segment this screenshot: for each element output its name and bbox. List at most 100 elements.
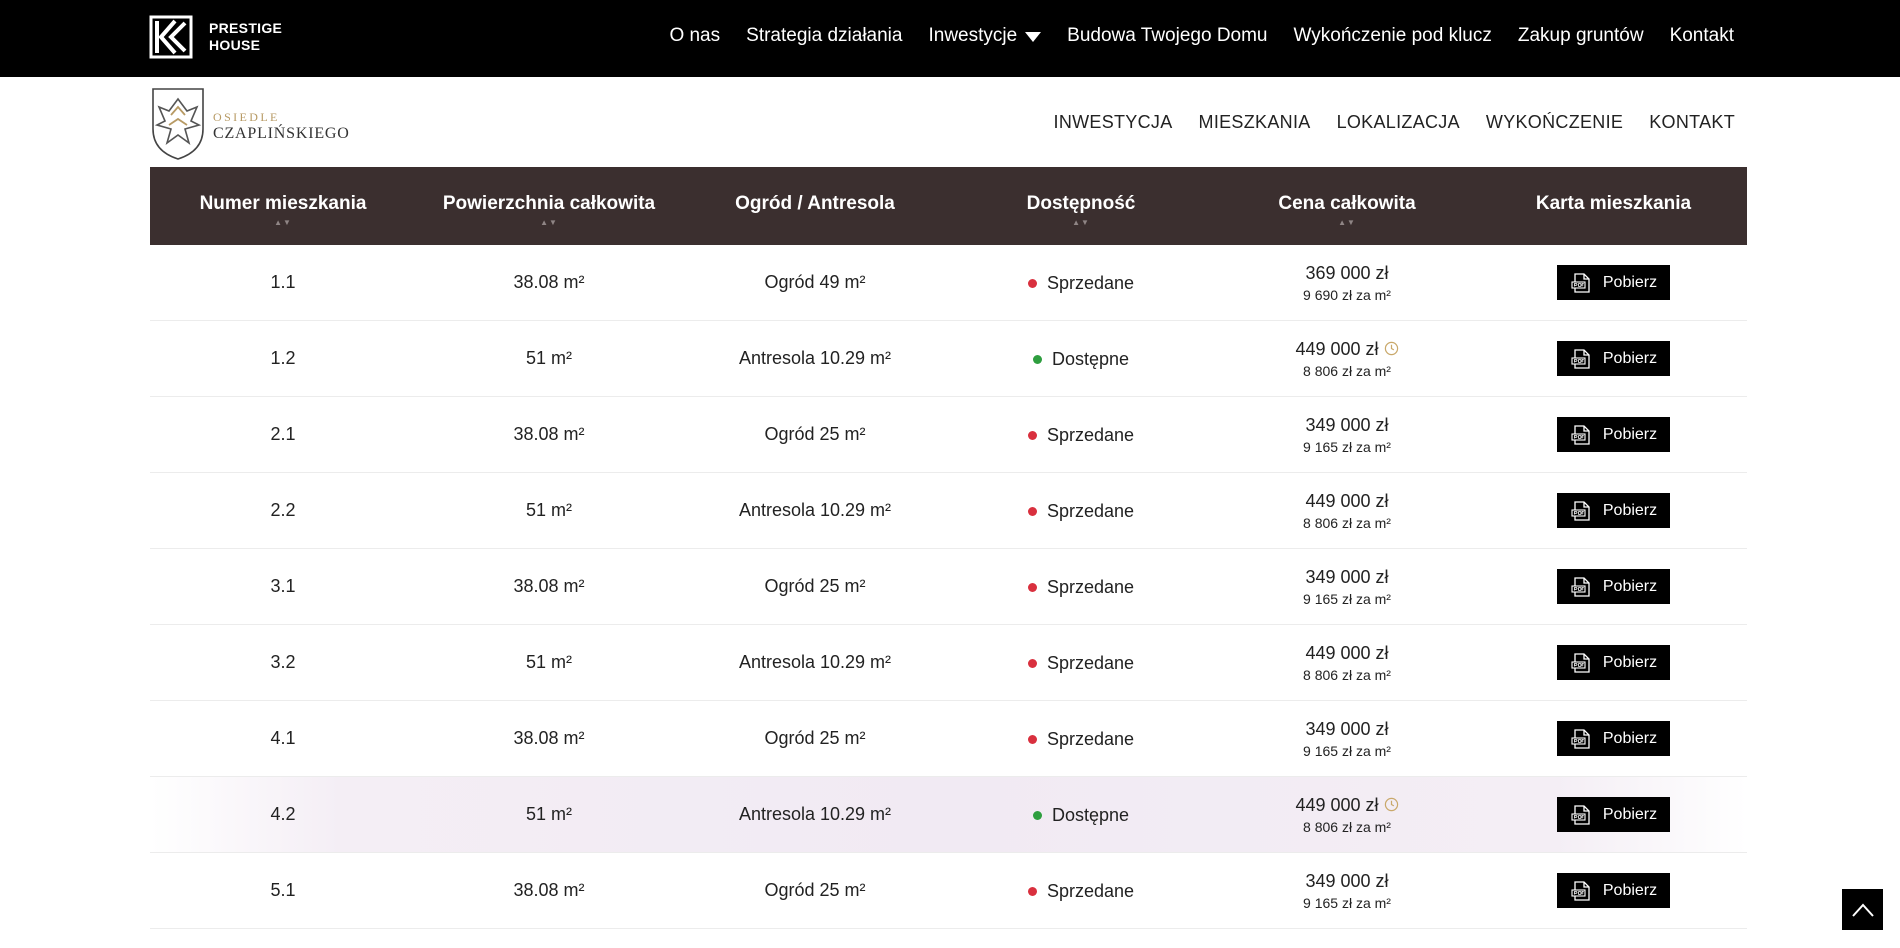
clock-icon[interactable] [1384, 797, 1399, 812]
cell-price: 449 000 zł 8 806 zł za m² [1214, 489, 1480, 533]
table-header: Numer mieszkania ▲▼ Powierzchnia całkowit… [150, 167, 1747, 245]
sort-icon[interactable]: ▲▼ [1214, 219, 1480, 227]
price-per-m2: 9 165 zł za m² [1303, 742, 1391, 759]
brand-name: PRESTIGE HOUSE [209, 20, 282, 54]
chevron-down-icon [1025, 32, 1042, 42]
investment-menu: INWESTYCJA MIESZKANIA LOKALIZACJA WYKOŃC… [1028, 77, 1735, 167]
sort-icon[interactable]: ▲▼ [948, 219, 1214, 227]
status-label: Sprzedane [1046, 652, 1135, 673]
cell-availability: Sprzedane [948, 652, 1214, 674]
submenu-item-kontakt[interactable]: KONTAKT [1649, 112, 1735, 133]
cell-availability: Dostępne [948, 348, 1214, 370]
cell-number: 2.1 [270, 424, 296, 444]
clock-icon[interactable] [1384, 341, 1399, 356]
pdf-file-icon [1571, 424, 1590, 445]
cell-garden: Ogród 49 m² [764, 272, 866, 292]
submenu-item-mieszkania[interactable]: MIESZKANIA [1199, 112, 1311, 133]
apartments-table: Numer mieszkania ▲▼ Powierzchnia całkowit… [150, 167, 1747, 929]
price-line: 349 000 zł [1214, 717, 1480, 741]
status-label: Sprzedane [1046, 424, 1135, 445]
status-badge: Sprzedane [1027, 273, 1134, 294]
pdf-file-icon [1571, 500, 1590, 521]
pdf-file-icon [1571, 652, 1590, 673]
cell-area: 51 m² [525, 500, 572, 520]
status-dot [1027, 658, 1037, 668]
table-row[interactable]: 3.2 51 m² Antresola 10.29 m² Sprzedane 449 0… [150, 625, 1747, 701]
menu-item-budowa[interactable]: Budowa Twojego Domu [1067, 25, 1267, 47]
menu-item-strategia[interactable]: Strategia działania [746, 25, 902, 47]
estate-name: OSIEDLE CZAPLIŃSKIEGO [213, 110, 350, 143]
pdf-file-icon [1571, 728, 1590, 749]
menu-item-o-nas[interactable]: O nas [669, 25, 720, 47]
pdf-file-icon [1571, 348, 1590, 369]
download-card-button[interactable]: Pobierz [1557, 493, 1670, 528]
download-card-button[interactable]: Pobierz [1557, 873, 1670, 908]
cell-number: 5.1 [270, 880, 296, 900]
download-label: Pobierz [1602, 577, 1658, 595]
cell-availability: Sprzedane [948, 424, 1214, 446]
header-label-number: Numer mieszkania [199, 193, 367, 214]
menu-item-kontakt[interactable]: Kontakt [1670, 25, 1734, 47]
download-card-button[interactable]: Pobierz [1557, 645, 1670, 680]
menu-item-wykonczenie[interactable]: Wykończenie pod klucz [1294, 25, 1492, 47]
header-cell-area[interactable]: Powierzchnia całkowita ▲▼ [416, 167, 682, 245]
cell-availability: Sprzedane [948, 500, 1214, 522]
menu-item-zakup-gruntow[interactable]: Zakup gruntów [1518, 25, 1644, 47]
submenu-item-wykonczenie[interactable]: WYKOŃCZENIE [1486, 112, 1623, 133]
download-card-button[interactable]: Pobierz [1557, 341, 1670, 376]
header-cell-price[interactable]: Cena całkowita ▲▼ [1214, 167, 1480, 245]
download-card-button[interactable]: Pobierz [1557, 569, 1670, 604]
table-row[interactable]: 4.1 38.08 m² Ogród 25 m² Sprzedane 349 000 z… [150, 701, 1747, 777]
cell-card: Pobierz [1480, 873, 1747, 908]
download-card-button[interactable]: Pobierz [1557, 417, 1670, 452]
download-label: Pobierz [1602, 425, 1658, 443]
download-label: Pobierz [1602, 881, 1658, 899]
status-badge: Dostępne [1032, 805, 1129, 826]
price-line: 449 000 zł [1214, 793, 1480, 817]
header-cell-number[interactable]: Numer mieszkania ▲▼ [150, 167, 416, 245]
header-cell-availability[interactable]: Dostępność ▲▼ [948, 167, 1214, 245]
osiedle-czaplinskiego-logo[interactable]: OSIEDLE CZAPLIŃSKIEGO [149, 85, 350, 161]
sort-icon[interactable]: ▲▼ [416, 219, 682, 227]
download-card-button[interactable]: Pobierz [1557, 721, 1670, 756]
table-row[interactable]: 1.2 51 m² Antresola 10.29 m² Dostępne 449 00… [150, 321, 1747, 397]
cell-price: 349 000 zł 9 165 zł za m² [1214, 413, 1480, 457]
top-navbar: PRESTIGE HOUSE O nas Strategia działania… [0, 0, 1900, 77]
table-row[interactable]: 5.1 38.08 m² Ogród 25 m² Sprzedane 349 000 z… [150, 853, 1747, 929]
price-total: 449 000 zł [1295, 338, 1379, 359]
menu-item-inwestycje-label: Inwestycje [928, 25, 1018, 46]
cell-card: Pobierz [1480, 493, 1747, 528]
cell-area: 38.08 m² [513, 728, 585, 748]
price-line: 349 000 zł [1214, 565, 1480, 589]
download-card-button[interactable]: Pobierz [1557, 265, 1670, 300]
brand-line1: PRESTIGE [209, 20, 283, 36]
cell-area: 51 m² [525, 348, 572, 368]
cell-price: 349 000 zł 9 165 zł za m² [1214, 869, 1480, 913]
menu-item-inwestycje[interactable]: Inwestycje [928, 25, 1042, 47]
status-label: Sprzedane [1046, 880, 1135, 901]
status-dot [1027, 582, 1037, 592]
download-label: Pobierz [1602, 501, 1658, 519]
table-row[interactable]: 1.1 38.08 m² Ogród 49 m² Sprzedane 369 000 z… [150, 245, 1747, 321]
table-row[interactable]: 2.2 51 m² Antresola 10.29 m² Sprzedane 449 0… [150, 473, 1747, 549]
cell-garden: Ogród 25 m² [764, 728, 866, 748]
pdf-file-icon [1571, 272, 1590, 293]
status-dot [1032, 354, 1042, 364]
scroll-to-top-button[interactable] [1842, 889, 1883, 930]
sort-icon[interactable]: ▲▼ [150, 219, 416, 227]
table-row[interactable]: 4.2 51 m² Antresola 10.29 m² Dostępne 449 00… [150, 777, 1747, 853]
cell-card: Pobierz [1480, 417, 1747, 452]
price-total: 449 000 zł [1305, 642, 1389, 663]
download-card-button[interactable]: Pobierz [1557, 797, 1670, 832]
price-per-m2: 9 165 zł za m² [1303, 590, 1391, 607]
submenu-item-inwestycja[interactable]: INWESTYCJA [1054, 112, 1173, 133]
cell-card: Pobierz [1480, 797, 1747, 832]
table-row[interactable]: 3.1 38.08 m² Ogród 25 m² Sprzedane 349 000 z… [150, 549, 1747, 625]
prestige-house-logo[interactable]: PRESTIGE HOUSE [149, 15, 282, 59]
status-label: Dostępne [1051, 348, 1130, 369]
status-badge: Sprzedane [1027, 501, 1134, 522]
status-dot [1027, 886, 1037, 896]
pdf-file-icon [1571, 804, 1590, 825]
table-row[interactable]: 2.1 38.08 m² Ogród 25 m² Sprzedane 349 000 z… [150, 397, 1747, 473]
submenu-item-lokalizacja[interactable]: LOKALIZACJA [1337, 112, 1460, 133]
